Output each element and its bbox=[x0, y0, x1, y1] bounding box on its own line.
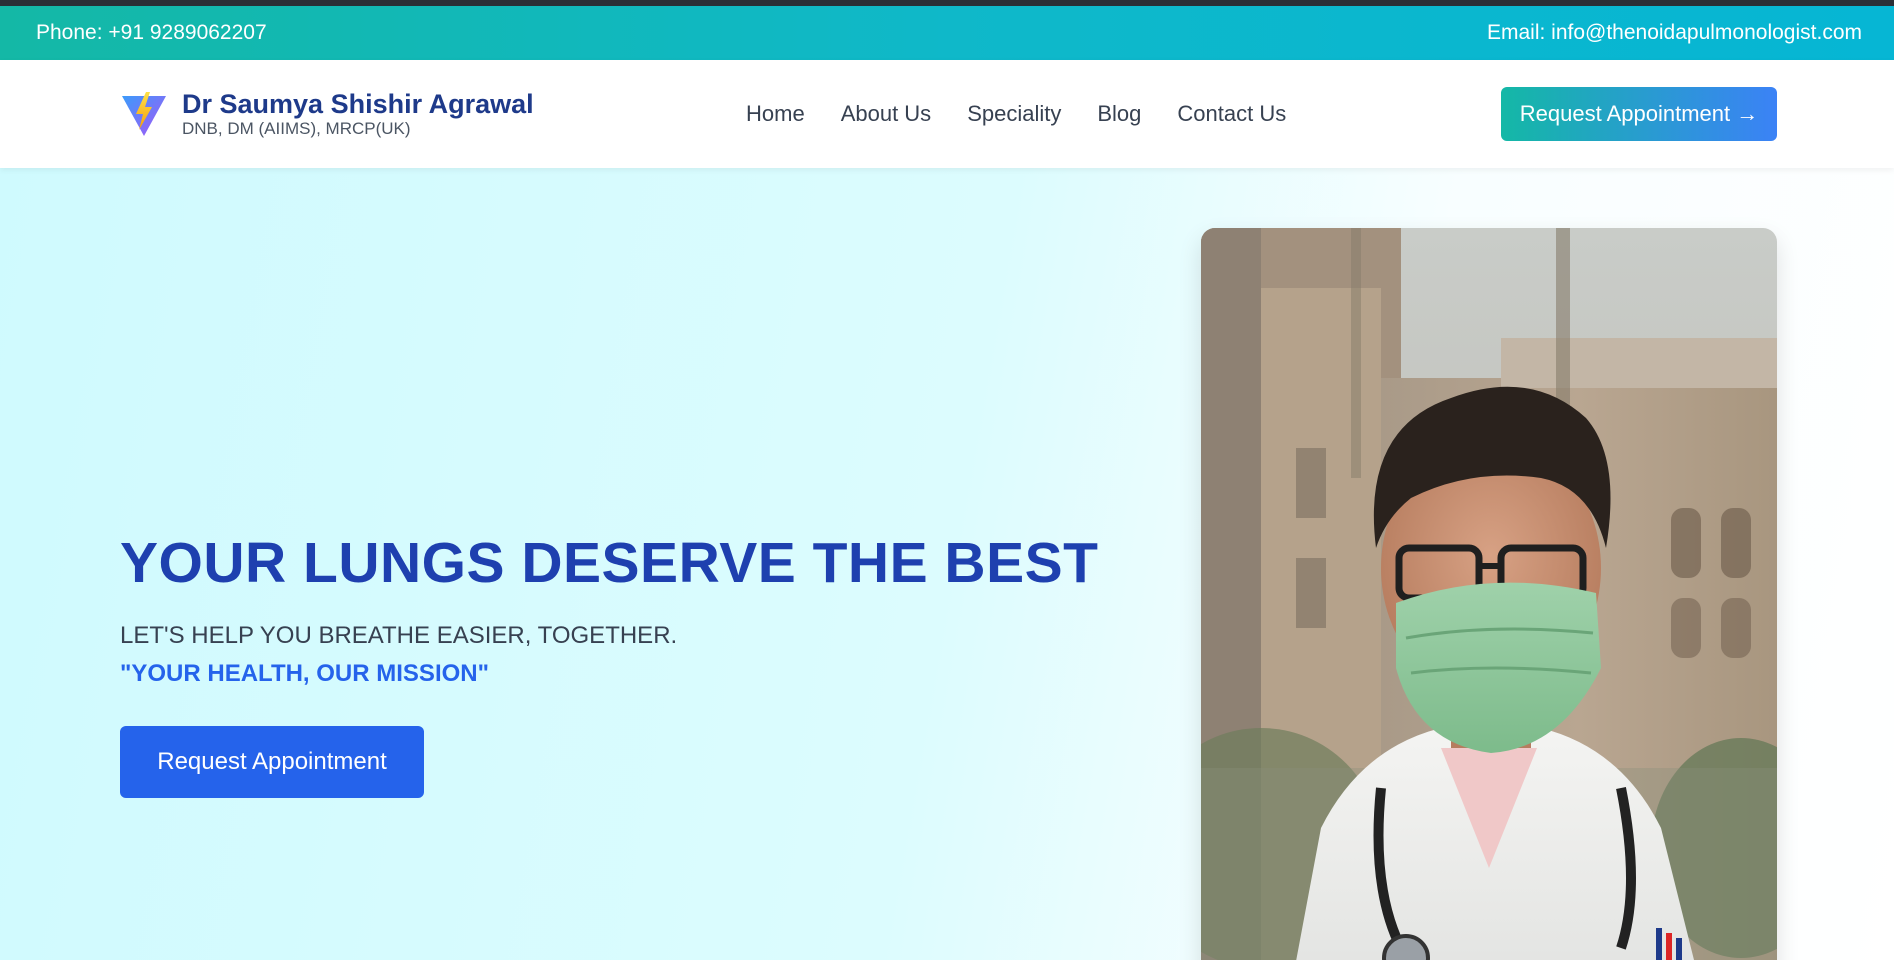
hero-quote: "YOUR HEALTH, OUR MISSION" bbox=[120, 660, 489, 687]
nav-blog[interactable]: Blog bbox=[1097, 101, 1141, 127]
nav-home[interactable]: Home bbox=[746, 101, 805, 127]
hero-section: YOUR LUNGS DESERVE THE BEST LET'S HELP Y… bbox=[0, 168, 1894, 960]
email-text[interactable]: Email: info@thenoidapulmonologist.com bbox=[1487, 21, 1862, 45]
nav-contact-us[interactable]: Contact Us bbox=[1177, 101, 1286, 127]
brand-name: Dr Saumya Shishir Agrawal bbox=[182, 89, 534, 119]
brand[interactable]: Dr Saumya Shishir Agrawal DNB, DM (AIIMS… bbox=[120, 89, 680, 139]
hero-title: YOUR LUNGS DESERVE THE BEST bbox=[120, 531, 1099, 595]
doctor-photo bbox=[1201, 228, 1777, 960]
hero-content: YOUR LUNGS DESERVE THE BEST LET'S HELP Y… bbox=[120, 530, 1098, 798]
doctor-with-mask-photo bbox=[1201, 228, 1777, 960]
nav-speciality[interactable]: Speciality bbox=[967, 101, 1061, 127]
main-navbar: Dr Saumya Shishir Agrawal DNB, DM (AIIMS… bbox=[0, 60, 1894, 168]
contact-top-bar: Phone: +91 9289062207 Email: info@thenoi… bbox=[0, 6, 1894, 60]
nav-links: Home About Us Speciality Blog Contact Us bbox=[746, 101, 1286, 127]
lightning-triangle-icon bbox=[122, 92, 166, 136]
nav-about-us[interactable]: About Us bbox=[841, 101, 932, 127]
hero-subtitle: LET'S HELP YOU BREATHE EASIER, TOGETHER. bbox=[120, 622, 678, 649]
phone-text[interactable]: Phone: +91 9289062207 bbox=[36, 21, 267, 45]
brand-credentials: DNB, DM (AIIMS), MRCP(UK) bbox=[182, 119, 411, 138]
request-appointment-nav-button[interactable]: Request Appointment → bbox=[1501, 87, 1777, 141]
request-appointment-hero-button[interactable]: Request Appointment bbox=[120, 726, 424, 798]
